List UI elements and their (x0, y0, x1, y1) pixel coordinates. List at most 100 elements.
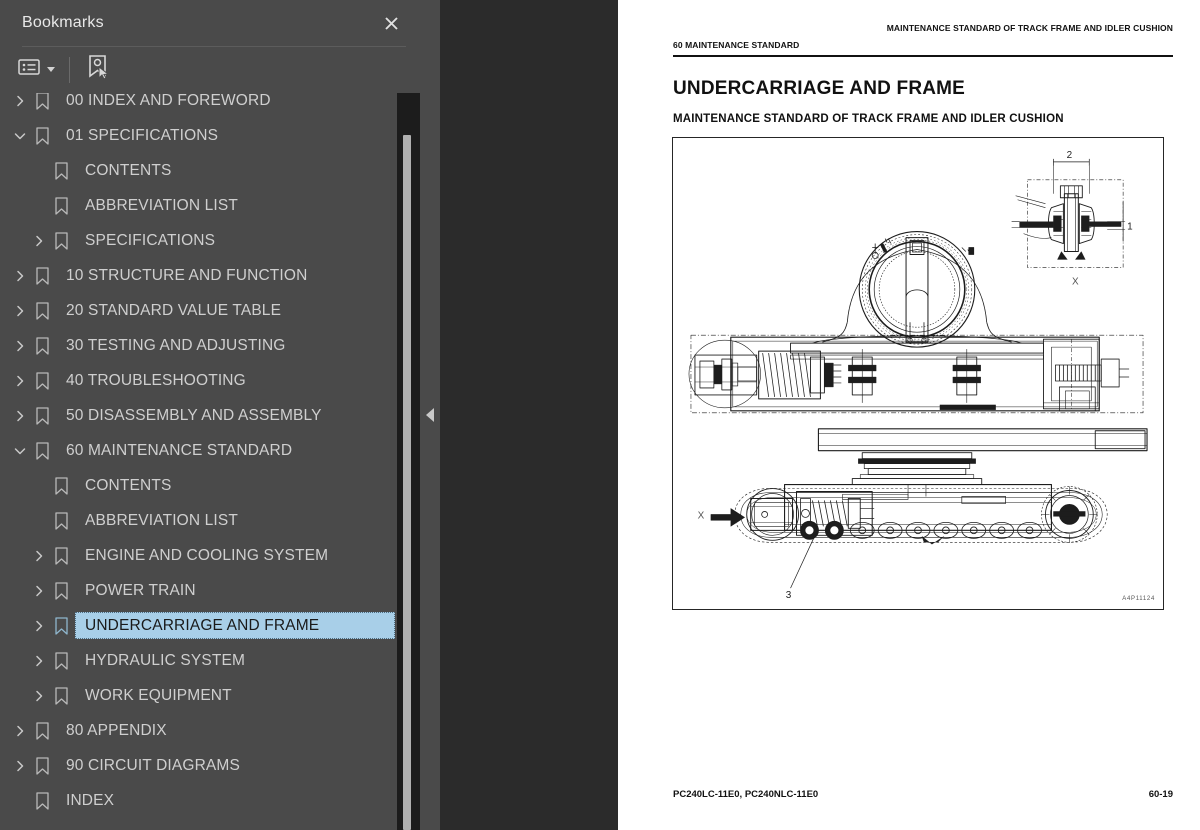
bookmark-label: ABBREVIATION LIST (85, 196, 238, 214)
bookmark-item-abbreviation-list[interactable]: ABBREVIATION LIST (0, 503, 397, 538)
chevron-right-icon[interactable] (31, 233, 47, 249)
bookmark-item-80-appendix[interactable]: 80 APPENDIX (0, 713, 397, 748)
page-title: UNDERCARRIAGE AND FRAME (673, 78, 966, 99)
bookmark-icon (34, 336, 51, 356)
bookmark-icon (34, 791, 51, 811)
bookmark-item-40-troubleshooting[interactable]: 40 TROUBLESHOOTING (0, 363, 397, 398)
bookmark-label: 50 DISASSEMBLY AND ASSEMBLY (66, 406, 322, 424)
bookmark-item-hydraulic-system[interactable]: HYDRAULIC SYSTEM (0, 643, 397, 678)
bookmark-icon (34, 266, 51, 286)
bookmarks-scrollbar[interactable] (397, 93, 420, 830)
bookmark-label: 80 APPENDIX (66, 721, 167, 739)
twisty-spacer (12, 793, 28, 809)
chevron-right-icon[interactable] (31, 618, 47, 634)
panel-splitter[interactable] (420, 0, 440, 830)
chevron-right-icon[interactable] (12, 758, 28, 774)
bookmarks-panel: Bookmarks 00 INDEX AND FOREWORD 01 SPECI… (0, 0, 420, 830)
chevron-right-icon[interactable] (31, 548, 47, 564)
list-options-icon (18, 58, 40, 81)
bookmark-item-30-testing-and-adjusting[interactable]: 30 TESTING AND ADJUSTING (0, 328, 397, 363)
detail-view-label-x: X (1072, 276, 1079, 287)
bookmark-label: CONTENTS (85, 161, 172, 179)
chevron-right-icon[interactable] (31, 688, 47, 704)
collapse-panel-arrow-icon[interactable] (426, 408, 434, 422)
bookmark-icon (34, 406, 51, 426)
bookmark-label: SPECIFICATIONS (85, 231, 216, 249)
bookmark-item-20-standard-value-table[interactable]: 20 STANDARD VALUE TABLE (0, 293, 397, 328)
document-viewer: 60 MAINTENANCE STANDARD MAINTENANCE STAN… (440, 0, 1200, 830)
twisty-spacer (31, 163, 47, 179)
chevron-right-icon[interactable] (12, 268, 28, 284)
new-bookmark-button[interactable] (82, 55, 114, 85)
bookmark-item-power-train[interactable]: POWER TRAIN (0, 573, 397, 608)
bookmark-icon (53, 581, 70, 601)
chevron-down-icon[interactable] (12, 443, 28, 459)
bookmark-label: 90 CIRCUIT DIAGRAMS (66, 756, 240, 774)
bookmark-label: CONTENTS (85, 476, 172, 494)
bookmark-icon (53, 161, 70, 181)
bookmarks-tree[interactable]: 00 INDEX AND FOREWORD 01 SPECIFICATIONS CO… (0, 93, 420, 830)
bookmark-item-50-disassembly-and-assembly[interactable]: 50 DISASSEMBLY AND ASSEMBLY (0, 398, 397, 433)
twisty-spacer (31, 513, 47, 529)
figure-id-label: A4P11124 (1122, 596, 1155, 602)
bookmark-item-00-index-and-foreword[interactable]: 00 INDEX AND FOREWORD (0, 93, 397, 118)
bookmark-icon (53, 616, 70, 636)
bookmark-icon (53, 231, 70, 251)
bookmark-item-01-specifications[interactable]: 01 SPECIFICATIONS (0, 118, 397, 153)
bookmark-icon (34, 126, 51, 146)
bookmark-item-60-maintenance-standard[interactable]: 60 MAINTENANCE STANDARD (0, 433, 397, 468)
chevron-down-icon (47, 67, 55, 72)
bookmark-item-90-circuit-diagrams[interactable]: 90 CIRCUIT DIAGRAMS (0, 748, 397, 783)
callout-1: 1 (1127, 222, 1133, 233)
bookmark-label: ENGINE AND COOLING SYSTEM (85, 546, 329, 564)
page-subtitle: MAINTENANCE STANDARD OF TRACK FRAME AND … (673, 113, 1064, 125)
pdf-reader-window: Bookmarks 00 INDEX AND FOREWORD 01 SPECI… (0, 0, 1200, 830)
chevron-right-icon[interactable] (12, 373, 28, 389)
bookmark-icon (34, 371, 51, 391)
callout-3: 3 (786, 590, 792, 601)
bookmark-item-index[interactable]: INDEX (0, 783, 397, 818)
new-bookmark-icon (86, 54, 110, 85)
chevron-right-icon[interactable] (12, 303, 28, 319)
bookmarks-panel-title: Bookmarks (22, 14, 104, 31)
bookmark-item-engine-and-cooling-system[interactable]: ENGINE AND COOLING SYSTEM (0, 538, 397, 573)
bookmark-label: 60 MAINTENANCE STANDARD (66, 441, 293, 459)
bookmark-item-undercarriage-and-frame[interactable]: UNDERCARRIAGE AND FRAME (0, 608, 397, 643)
toolbar-separator (69, 56, 70, 83)
close-icon[interactable] (376, 8, 406, 38)
header-left-text: 60 MAINTENANCE STANDARD (673, 40, 800, 50)
bookmark-icon (34, 441, 51, 461)
bookmark-item-contents[interactable]: CONTENTS (0, 153, 397, 188)
bookmarks-scrollbar-thumb[interactable] (403, 135, 411, 830)
bookmark-options-button[interactable] (14, 55, 59, 85)
bookmark-label: HYDRAULIC SYSTEM (85, 651, 246, 669)
bookmark-label: ABBREVIATION LIST (85, 511, 238, 529)
twisty-spacer (31, 198, 47, 214)
header-divider (22, 46, 406, 47)
chevron-right-icon[interactable] (31, 653, 47, 669)
bookmark-label: 20 STANDARD VALUE TABLE (66, 301, 282, 319)
header-right-text: MAINTENANCE STANDARD OF TRACK FRAME AND … (886, 23, 1173, 33)
bookmark-icon (53, 196, 70, 216)
bookmark-icon (34, 301, 51, 321)
bookmarks-panel-header: Bookmarks (0, 0, 420, 46)
chevron-right-icon[interactable] (12, 93, 28, 109)
chevron-right-icon[interactable] (31, 583, 47, 599)
bookmark-item-work-equipment[interactable]: WORK EQUIPMENT (0, 678, 397, 713)
callout-2: 2 (1067, 150, 1073, 161)
bookmark-label: 00 INDEX AND FOREWORD (66, 93, 271, 109)
bookmark-icon (53, 476, 70, 496)
bookmark-label: 40 TROUBLESHOOTING (66, 371, 246, 389)
bookmark-item-abbreviation-list[interactable]: ABBREVIATION LIST (0, 188, 397, 223)
chevron-down-icon[interactable] (12, 128, 28, 144)
bookmark-item-contents[interactable]: CONTENTS (0, 468, 397, 503)
bookmark-label: WORK EQUIPMENT (85, 686, 232, 704)
bookmark-item-specifications[interactable]: SPECIFICATIONS (0, 223, 397, 258)
chevron-right-icon[interactable] (12, 338, 28, 354)
bookmark-icon (34, 721, 51, 741)
bookmark-item-10-structure-and-function[interactable]: 10 STRUCTURE AND FUNCTION (0, 258, 397, 293)
bookmark-label: UNDERCARRIAGE AND FRAME (85, 616, 320, 634)
chevron-right-icon[interactable] (12, 408, 28, 424)
bookmark-label: 30 TESTING AND ADJUSTING (66, 336, 286, 354)
chevron-right-icon[interactable] (12, 723, 28, 739)
